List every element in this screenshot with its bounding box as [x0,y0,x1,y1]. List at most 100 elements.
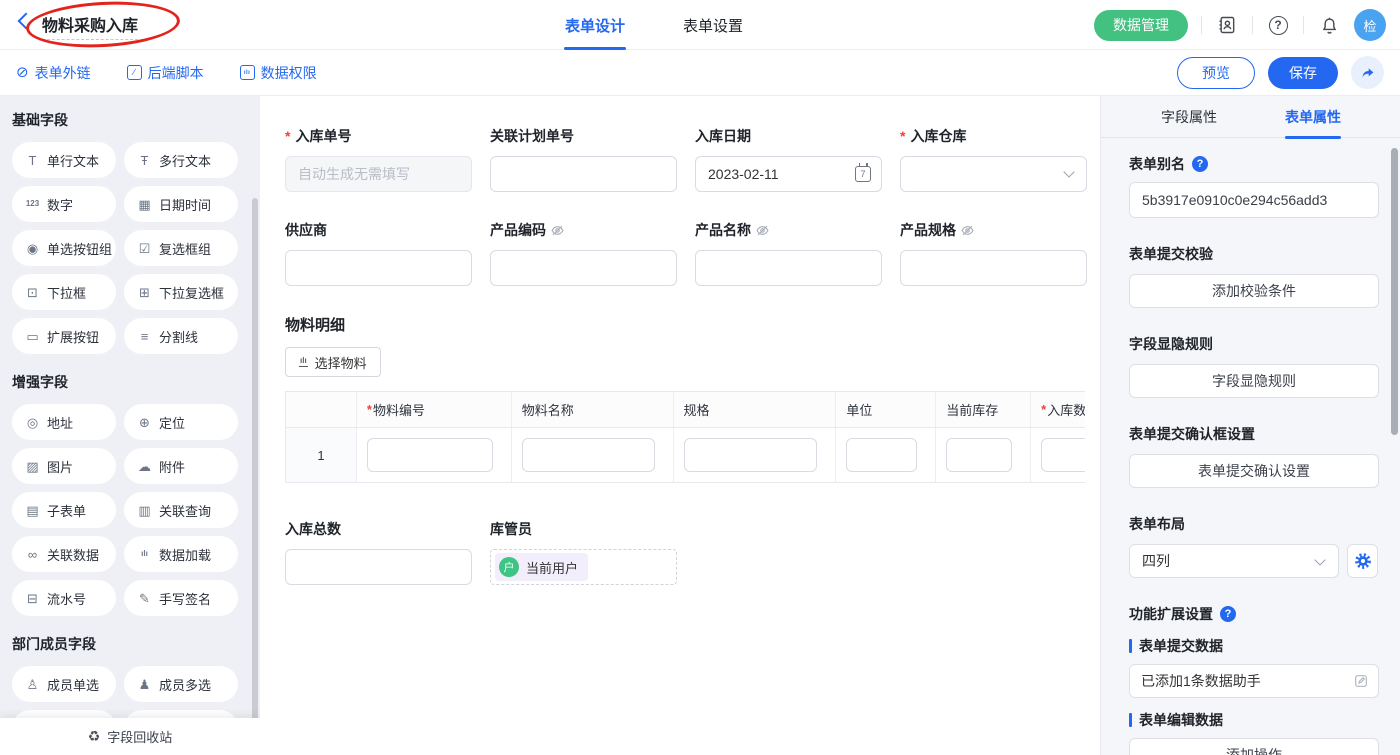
signature-icon: ✎ [136,592,153,605]
field-image[interactable]: ▨图片 [12,448,116,484]
tab-form-properties[interactable]: 表单属性 [1285,96,1341,138]
warehouse-keeper-picker[interactable]: 户 当前用户 [490,549,677,585]
material-name-cell-input[interactable] [522,438,655,472]
help-icon[interactable] [1266,13,1290,37]
data-permission-link[interactable]: ılı 数据权限 [240,63,317,83]
share-button[interactable] [1351,56,1384,89]
field-subform[interactable]: ▤子表单 [12,492,116,528]
field-member-single[interactable]: ♙成员单选 [12,666,116,702]
eye-off-icon[interactable] [551,224,564,237]
field-related-plan-no[interactable]: 关联计划单号 [490,126,677,192]
layout-settings-button[interactable] [1347,544,1378,578]
field-inbound-total[interactable]: 入库总数 [285,519,472,585]
field-address[interactable]: ◎地址 [12,404,116,440]
submit-data-box[interactable]: 已添加1条数据助手 [1129,664,1379,698]
field-single-line-text[interactable]: T单行文本 [12,142,116,178]
field-location[interactable]: ⊕定位 [124,404,238,440]
backend-script-link[interactable]: ∕ 后端脚本 [127,63,204,83]
field-multi-select[interactable]: ⊞下拉复选框 [124,274,238,310]
property-panel: 字段属性 表单属性 表单别名 表单提交校验 添加校验条件 字段显隐规则 字段显隐… [1100,96,1400,755]
linked-data-icon: ∞ [24,548,41,561]
layout-select[interactable]: 四列 [1129,544,1339,578]
edit-icon[interactable] [1353,673,1369,689]
unit-cell-input[interactable] [846,438,917,472]
supplier-input[interactable] [285,250,472,286]
eye-off-icon[interactable] [961,224,974,237]
field-linked-data[interactable]: ∞关联数据 [12,536,116,572]
panel-scrollbar[interactable] [1391,148,1398,435]
field-product-code[interactable]: 产品编码 [490,220,677,286]
tab-form-settings[interactable]: 表单设置 [683,0,743,50]
field-inbound-date[interactable]: 入库日期 7 [695,126,882,192]
help-icon[interactable] [1192,156,1208,172]
field-number[interactable]: 123数字 [12,186,116,222]
field-recycle-bin[interactable]: ♻ 字段回收站 [0,718,260,755]
field-datetime[interactable]: ▦日期时间 [124,186,238,222]
address-book-icon[interactable] [1215,13,1239,37]
tab-form-design[interactable]: 表单设计 [565,0,625,50]
inbound-total-input[interactable] [285,549,472,585]
avatar[interactable]: 检 [1354,9,1386,41]
field-divider[interactable]: ≡分割线 [124,318,238,354]
data-manage-button[interactable]: 数据管理 [1094,10,1188,41]
add-validation-button[interactable]: 添加校验条件 [1129,274,1379,308]
field-product-spec[interactable]: 产品规格 [900,220,1087,286]
inbound-no-input[interactable] [285,156,472,192]
field-inbound-warehouse[interactable]: *入库仓库 [900,126,1087,192]
bell-icon[interactable] [1317,13,1341,37]
back-icon[interactable] [18,13,35,30]
submit-confirm-label: 表单提交确认框设置 [1129,424,1378,444]
product-name-input[interactable] [695,250,882,286]
material-code-cell-input[interactable] [367,438,493,472]
field-attachment[interactable]: ☁附件 [124,448,238,484]
location-icon: ⊕ [136,416,153,429]
current-stock-cell-input[interactable] [946,438,1012,472]
inbound-date-input[interactable] [695,156,882,192]
help-icon[interactable] [1220,606,1236,622]
field-data-load[interactable]: ılı数据加载 [124,536,238,572]
eye-off-icon[interactable] [756,224,769,237]
save-button[interactable]: 保存 [1268,57,1338,89]
field-select[interactable]: ⊡下拉框 [12,274,116,310]
product-code-input[interactable] [490,250,677,286]
field-serial-number[interactable]: ⊟流水号 [12,580,116,616]
current-user-tag[interactable]: 户 当前用户 [495,553,588,581]
field-member-multi[interactable]: ♟成员多选 [124,666,238,702]
related-plan-no-input[interactable] [490,156,677,192]
spec-cell-input[interactable] [684,438,818,472]
field-checkbox-group[interactable]: ☑复选框组 [124,230,238,266]
field-linked-query[interactable]: ▥关联查询 [124,492,238,528]
field-supplier[interactable]: 供应商 [285,220,472,286]
form-alias-input[interactable] [1129,182,1379,218]
datetime-icon: ▦ [136,198,153,211]
field-signature[interactable]: ✎手写签名 [124,580,238,616]
col-material-code: *物料编号 [356,392,511,427]
user-avatar: 户 [499,557,519,577]
field-multi-line-text[interactable]: Ŧ多行文本 [124,142,238,178]
field-visibility-button[interactable]: 字段显隐规则 [1129,364,1379,398]
linked-query-icon: ▥ [136,504,153,517]
header-tabs: 表单设计 表单设置 [565,0,743,50]
field-radio-group[interactable]: ◉单选按钮组 [12,230,116,266]
multi-select-icon: ⊞ [136,286,153,299]
sidebar-scrollbar[interactable] [252,198,258,750]
submit-confirm-button[interactable]: 表单提交确认设置 [1129,454,1379,488]
preview-button[interactable]: 预览 [1177,57,1255,89]
checkbox-group-icon: ☑ [136,242,153,255]
form-external-link[interactable]: ⊘ 表单外链 [16,63,91,83]
field-warehouse-keeper[interactable]: 库管员 户 当前用户 [490,519,677,585]
form-title-wrap[interactable]: 物料采购入库 [42,12,138,36]
inbound-qty-cell-input[interactable] [1041,438,1085,472]
field-inbound-no[interactable]: *入库单号 [285,126,472,192]
add-operation-button[interactable]: 添加操作 [1129,738,1379,755]
inbound-warehouse-select[interactable] [900,156,1087,192]
product-spec-input[interactable] [900,250,1087,286]
tab-field-properties[interactable]: 字段属性 [1161,96,1217,138]
field-product-name[interactable]: 产品名称 [695,220,882,286]
col-unit: 单位 [835,392,935,427]
select-material-button[interactable]: ılı 选择物料 [285,347,381,377]
link-icon: ⊘ [16,65,29,80]
col-index [286,392,356,427]
form-title[interactable]: 物料采购入库 [42,18,138,40]
field-extend-button[interactable]: ▭扩展按钮 [12,318,116,354]
